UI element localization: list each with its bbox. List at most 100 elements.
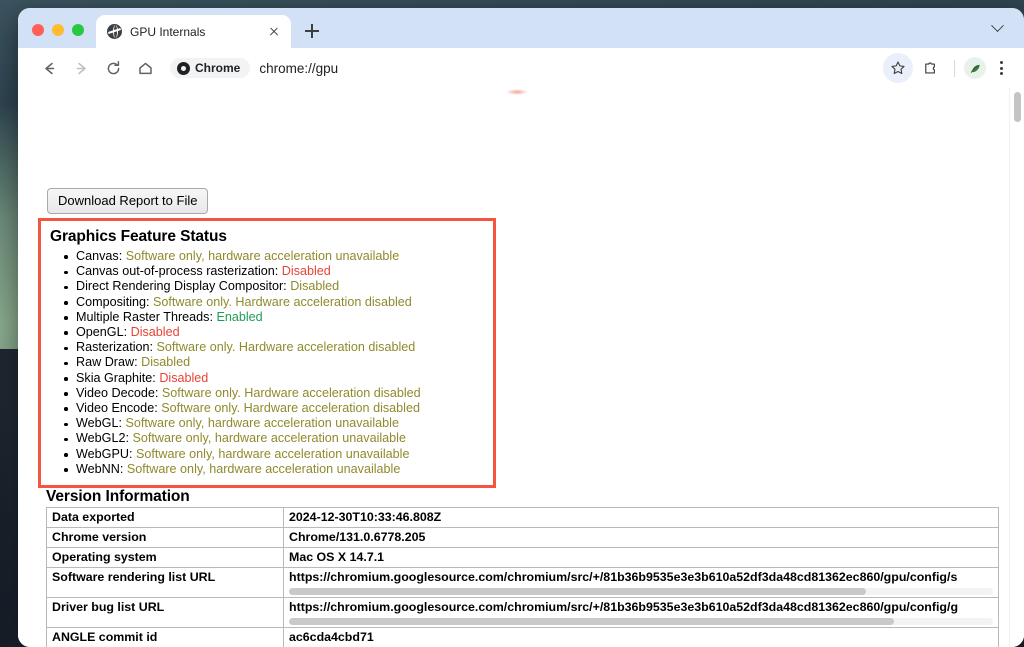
cell-horizontal-scrollbar-thumb[interactable] [289, 588, 866, 595]
browser-window: GPU Internals [18, 8, 1024, 647]
graphics-feature-item: Video Decode: Software only. Hardware ac… [50, 386, 485, 401]
graphics-feature-status-value: Disabled [131, 325, 180, 339]
version-info-value-cell: https://chromium.googlesource.com/chromi… [284, 598, 999, 628]
tab-strip: GPU Internals [18, 8, 1024, 48]
table-row: Software rendering list URL https://chrom… [47, 568, 999, 598]
address-bar[interactable]: Chrome chrome://gpu [170, 54, 881, 82]
version-information-title: Version Information [46, 488, 190, 506]
graphics-feature-item: Canvas: Software only, hardware accelera… [50, 249, 485, 264]
graphics-feature-status-value: Disabled [159, 371, 208, 385]
window-close-button[interactable] [32, 24, 44, 36]
graphics-feature-item: WebNN: Software only, hardware accelerat… [50, 462, 485, 477]
graphics-feature-item: WebGPU: Software only, hardware accelera… [50, 447, 485, 462]
chevron-down-icon [991, 19, 1004, 32]
download-report-button[interactable]: Download Report to File [47, 188, 208, 214]
menu-dot [1000, 67, 1003, 70]
graphics-feature-status-value: Software only. Hardware acceleration dis… [153, 295, 412, 309]
cell-horizontal-scrollbar-thumb[interactable] [289, 618, 894, 625]
graphics-feature-status-list: Canvas: Software only, hardware accelera… [50, 249, 485, 477]
chrome-chip-label: Chrome [195, 61, 240, 75]
version-info-key: ANGLE commit id [47, 628, 284, 647]
graphics-feature-item: WebGL2: Software only, hardware accelera… [50, 431, 485, 446]
graphics-feature-name: Skia Graphite: [76, 371, 156, 385]
gpu-internals-page: Download Report to File Graphics Feature… [18, 88, 1009, 647]
table-row: Operating systemMac OS X 14.7.1 [47, 548, 999, 568]
browser-toolbar: Chrome chrome://gpu [18, 48, 1024, 88]
forward-button[interactable] [66, 53, 96, 83]
forward-arrow-icon [73, 60, 90, 77]
graphics-feature-item: Canvas out-of-process rasterization: Dis… [50, 264, 485, 279]
scrolled-content-artifact [506, 89, 528, 95]
window-minimize-button[interactable] [52, 24, 64, 36]
back-button[interactable] [34, 53, 64, 83]
tab-title: GPU Internals [130, 25, 257, 39]
reload-button[interactable] [98, 53, 128, 83]
version-info-value-cell: ac6cda4cbd71 [284, 628, 999, 647]
version-info-value-cell: Chrome/131.0.6778.205 [284, 528, 999, 548]
version-info-value-cell: Mac OS X 14.7.1 [284, 548, 999, 568]
bookmark-button[interactable] [883, 53, 913, 83]
toolbar-actions [883, 53, 1014, 83]
page-scrollbar-thumb[interactable] [1014, 92, 1021, 122]
graphics-feature-item: Video Encode: Software only. Hardware ac… [50, 401, 485, 416]
tab-gpu-internals[interactable]: GPU Internals [96, 15, 291, 48]
graphics-feature-item: Multiple Raster Threads: Enabled [50, 310, 485, 325]
chrome-scheme-chip: Chrome [170, 58, 250, 78]
graphics-feature-status-panel: Graphics Feature Status Canvas: Software… [38, 218, 496, 488]
graphics-feature-item: OpenGL: Disabled [50, 325, 485, 340]
version-info-value: Mac OS X 14.7.1 [289, 550, 993, 565]
graphics-feature-name: WebGL: [76, 416, 122, 430]
graphics-feature-status-value: Software only, hardware acceleration una… [127, 462, 401, 476]
graphics-feature-status-value: Software only, hardware acceleration una… [125, 416, 399, 430]
version-info-value-cell: 2024-12-30T10:33:46.808Z [284, 508, 999, 528]
version-info-value: https://chromium.googlesource.com/chromi… [289, 570, 993, 585]
version-info-value: https://chromium.googlesource.com/chromi… [289, 600, 993, 615]
graphics-feature-name: Video Decode: [76, 386, 158, 400]
version-info-value: 2024-12-30T10:33:46.808Z [289, 510, 993, 525]
menu-dot [1000, 72, 1003, 75]
version-info-value: ac6cda4cbd71 [289, 630, 993, 645]
graphics-feature-name: OpenGL: [76, 325, 127, 339]
table-row: Data exported 2024-12-30T10:33:46.808Z [47, 508, 999, 528]
version-info-key: Data exported [47, 508, 284, 528]
new-tab-button[interactable] [298, 17, 326, 45]
version-info-value: Chrome/131.0.6778.205 [289, 530, 993, 545]
tab-search-button[interactable] [984, 17, 1010, 39]
graphics-feature-status-value: Enabled [216, 310, 262, 324]
graphics-feature-name: WebNN: [76, 462, 123, 476]
extensions-button[interactable] [915, 53, 945, 83]
close-icon[interactable] [265, 23, 283, 41]
graphics-feature-name: Video Encode: [76, 401, 158, 415]
three-dot-menu-icon[interactable] [988, 53, 1014, 83]
graphics-feature-name: Raw Draw: [76, 355, 138, 369]
graphics-feature-name: Canvas: [76, 249, 122, 263]
window-maximize-button[interactable] [72, 24, 84, 36]
graphics-feature-name: WebGPU: [76, 447, 132, 461]
cell-horizontal-scrollbar[interactable] [289, 588, 993, 595]
graphics-feature-status-value: Disabled [290, 279, 339, 293]
table-row: ANGLE commit id ac6cda4cbd71 [47, 628, 999, 647]
star-icon [890, 60, 906, 76]
window-traffic-lights [18, 24, 96, 48]
graphics-feature-status-title: Graphics Feature Status [50, 228, 485, 246]
address-bar-url: chrome://gpu [259, 61, 338, 76]
graphics-feature-status-value: Software only. Hardware acceleration dis… [162, 386, 421, 400]
version-info-key: Chrome version [47, 528, 284, 548]
avatar[interactable] [964, 57, 986, 79]
graphics-feature-status-value: Software only, hardware acceleration una… [126, 249, 400, 263]
page-scrollbar[interactable] [1009, 88, 1024, 647]
graphics-feature-status-value: Software only, hardware acceleration una… [132, 431, 406, 445]
graphics-feature-status-value: Disabled [141, 355, 190, 369]
puzzle-piece-icon [922, 60, 939, 77]
graphics-feature-item: Skia Graphite: Disabled [50, 371, 485, 386]
table-row: Driver bug list URLhttps://chromium.goog… [47, 598, 999, 628]
cell-horizontal-scrollbar[interactable] [289, 618, 993, 625]
home-button[interactable] [130, 53, 160, 83]
version-info-key: Software rendering list URL [47, 568, 284, 598]
graphics-feature-item: Raw Draw: Disabled [50, 355, 485, 370]
version-information-table: Data exported 2024-12-30T10:33:46.808Z Chr… [46, 507, 999, 647]
home-icon [137, 60, 154, 77]
graphics-feature-item: WebGL: Software only, hardware accelerat… [50, 416, 485, 431]
reload-icon [105, 60, 122, 77]
menu-dot [1000, 61, 1003, 64]
